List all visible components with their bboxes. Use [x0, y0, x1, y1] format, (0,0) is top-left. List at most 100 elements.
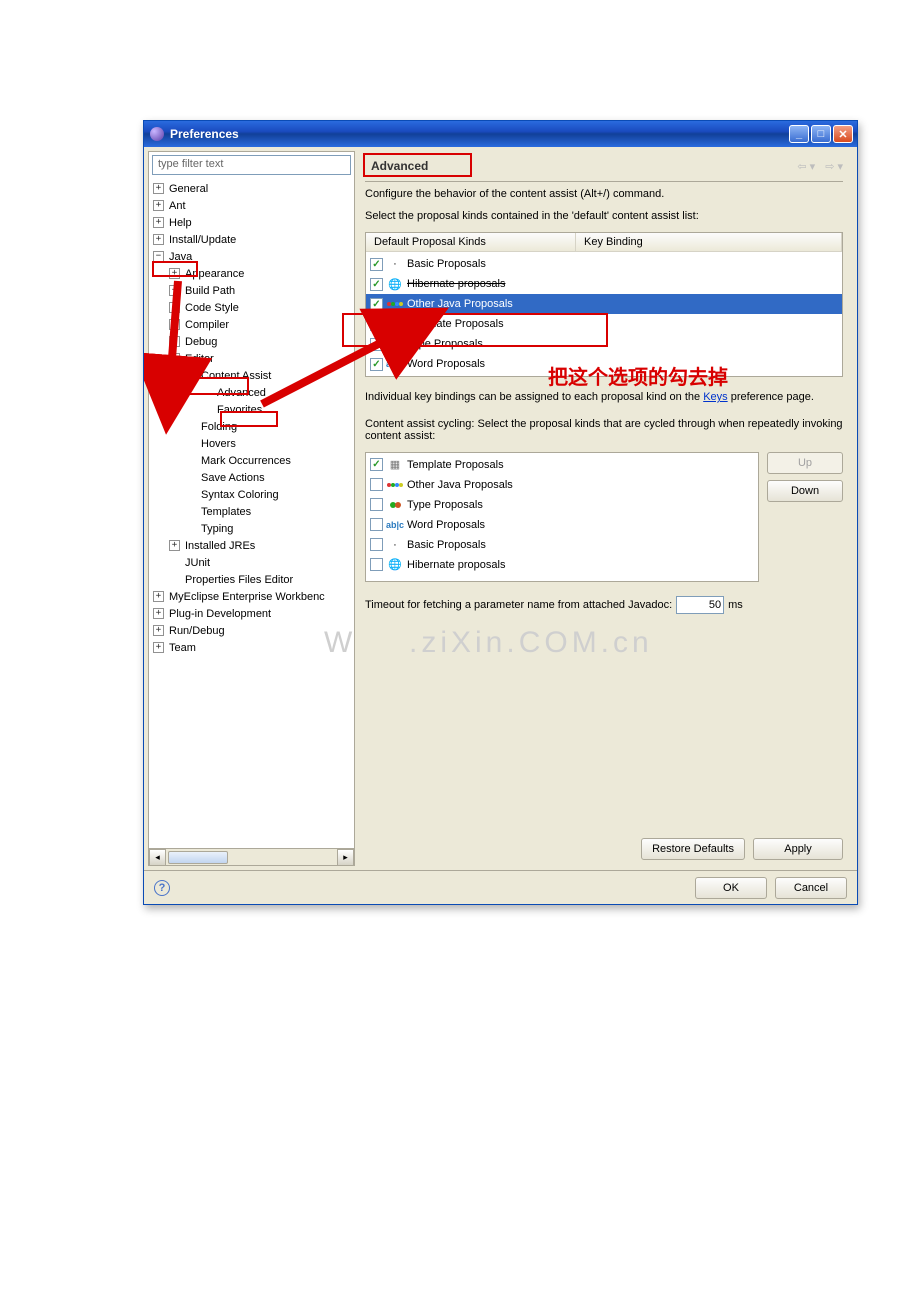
tree-plugindev[interactable]: +Plug-in Development: [153, 605, 354, 622]
col-keybinding[interactable]: Key Binding: [576, 233, 842, 251]
titlebar[interactable]: Preferences _ □ ✕: [144, 121, 857, 147]
word-icon: ab|c: [387, 357, 403, 371]
default-proposals-table: Default Proposal Kinds Key Binding ✓·Bas…: [365, 232, 843, 377]
cancel-button[interactable]: Cancel: [775, 877, 847, 899]
tree-ant[interactable]: +Ant: [153, 197, 354, 214]
c-word[interactable]: ✓ab|cWord Proposals: [366, 515, 758, 535]
left-pane: +General +Ant +Help +Install/Update −Jav…: [148, 151, 355, 866]
timeout-label: Timeout for fetching a parameter name fr…: [365, 599, 672, 611]
select-label: Select the proposal kinds contained in t…: [365, 210, 843, 222]
dot-icon: ·: [387, 257, 403, 271]
tree-myeclipse[interactable]: +MyEclipse Enterprise Workbenc: [153, 588, 354, 605]
tree-debug[interactable]: +Debug: [169, 333, 354, 350]
tree-typing[interactable]: Typing: [185, 520, 354, 537]
tree-hovers[interactable]: Hovers: [185, 435, 354, 452]
tree-hscroll[interactable]: ◂ ▸: [149, 848, 354, 865]
tree-install[interactable]: +Install/Update: [153, 231, 354, 248]
checkbox[interactable]: ✓: [370, 258, 383, 271]
tree-editor[interactable]: −Editor: [169, 350, 354, 367]
keys-link[interactable]: Keys: [703, 391, 727, 403]
checkbox[interactable]: ✓: [370, 518, 383, 531]
tree-compiler[interactable]: +Compiler: [169, 316, 354, 333]
checkbox[interactable]: ✓: [370, 278, 383, 291]
checkbox[interactable]: ✓: [370, 298, 383, 311]
ms-label: ms: [728, 599, 743, 611]
minimize-button[interactable]: _: [789, 125, 809, 143]
tree-templates[interactable]: Templates: [185, 503, 354, 520]
tree-general[interactable]: +General: [153, 180, 354, 197]
maximize-button[interactable]: □: [811, 125, 831, 143]
preference-tree[interactable]: +General +Ant +Help +Install/Update −Jav…: [149, 178, 354, 848]
checkbox[interactable]: ✓: [370, 478, 383, 491]
c-otherjava[interactable]: ✓Other Java Proposals: [366, 475, 758, 495]
tree-buildpath[interactable]: +Build Path: [169, 282, 354, 299]
row-hibernate[interactable]: ✓🌐Hibernate proposals: [366, 274, 842, 294]
help-icon[interactable]: ?: [154, 880, 170, 896]
checkbox[interactable]: ✓: [370, 498, 383, 511]
scroll-right-button[interactable]: ▸: [337, 849, 354, 866]
row-word[interactable]: ✓ab|cWord Proposals: [366, 354, 842, 374]
template-icon: ▦: [387, 458, 403, 472]
tree-help[interactable]: +Help: [153, 214, 354, 231]
tree-advanced[interactable]: Advanced: [201, 384, 354, 401]
tree-folding[interactable]: Folding: [185, 418, 354, 435]
checkbox[interactable]: ✓: [370, 338, 383, 351]
row-type[interactable]: ✓Type Proposals: [366, 334, 842, 354]
tree-java[interactable]: −Java: [153, 248, 354, 265]
tree-mark[interactable]: Mark Occurrences: [185, 452, 354, 469]
tree-junit[interactable]: JUnit: [169, 554, 354, 571]
c-template[interactable]: ✓▦Template Proposals: [366, 455, 758, 475]
apply-button[interactable]: Apply: [753, 838, 843, 860]
eclipse-icon: [150, 127, 164, 141]
tree-team[interactable]: +Team: [153, 639, 354, 656]
template-icon: ▦: [387, 317, 403, 331]
cycling-label: Content assist cycling: Select the propo…: [365, 418, 843, 442]
hibernate-icon: 🌐: [387, 277, 403, 291]
row-template[interactable]: ✓▦Template Proposals: [366, 314, 842, 334]
tree-save[interactable]: Save Actions: [185, 469, 354, 486]
checkbox[interactable]: ✓: [370, 318, 383, 331]
hibernate-icon: 🌐: [387, 558, 403, 572]
type-icon: [387, 498, 403, 512]
filter-input-wrap[interactable]: [152, 155, 351, 175]
dot-icon: ·: [387, 538, 403, 552]
ok-button[interactable]: OK: [695, 877, 767, 899]
checkbox[interactable]: ✓: [370, 358, 383, 371]
tree-syntax[interactable]: Syntax Coloring: [185, 486, 354, 503]
tree-favorites[interactable]: Favorites: [201, 401, 354, 418]
right-pane: Advanced ⇦ ▾ ⇨ ▾ Configure the behavior …: [355, 151, 853, 866]
java-proposals-icon: [387, 478, 403, 492]
back-icon[interactable]: ⇦ ▾: [797, 160, 815, 173]
checkbox[interactable]: ✓: [370, 558, 383, 571]
c-type[interactable]: ✓Type Proposals: [366, 495, 758, 515]
tree-rundebug[interactable]: +Run/Debug: [153, 622, 354, 639]
tree-codestyle[interactable]: +Code Style: [169, 299, 354, 316]
tree-appearance[interactable]: +Appearance: [169, 265, 354, 282]
cycling-list[interactable]: ✓▦Template Proposals ✓Other Java Proposa…: [365, 452, 759, 582]
tree-contentassist[interactable]: −Content Assist: [185, 367, 354, 384]
row-basic[interactable]: ✓·Basic Proposals: [366, 254, 842, 274]
scroll-thumb[interactable]: [168, 851, 228, 864]
filter-input[interactable]: [156, 157, 347, 171]
individual-note: Individual key bindings can be assigned …: [365, 389, 843, 406]
down-button[interactable]: Down: [767, 480, 843, 502]
timeout-input[interactable]: [676, 596, 724, 614]
tree-propfiles[interactable]: Properties Files Editor: [169, 571, 354, 588]
intro-text: Configure the behavior of the content as…: [365, 188, 843, 200]
checkbox[interactable]: ✓: [370, 538, 383, 551]
col-default[interactable]: Default Proposal Kinds: [366, 233, 576, 251]
java-proposals-icon: [387, 297, 403, 311]
c-hibernate[interactable]: ✓🌐Hibernate proposals: [366, 555, 758, 575]
up-button[interactable]: Up: [767, 452, 843, 474]
restore-defaults-button[interactable]: Restore Defaults: [641, 838, 745, 860]
preferences-window: Preferences _ □ ✕ +General +Ant +Help +I…: [143, 120, 858, 905]
c-basic[interactable]: ✓·Basic Proposals: [366, 535, 758, 555]
row-otherjava[interactable]: ✓Other Java Proposals: [366, 294, 842, 314]
type-icon: [387, 337, 403, 351]
close-button[interactable]: ✕: [833, 125, 853, 143]
forward-icon[interactable]: ⇨ ▾: [825, 160, 843, 173]
scroll-left-button[interactable]: ◂: [149, 849, 166, 866]
window-title: Preferences: [170, 127, 789, 141]
tree-installedjres[interactable]: +Installed JREs: [169, 537, 354, 554]
checkbox[interactable]: ✓: [370, 458, 383, 471]
